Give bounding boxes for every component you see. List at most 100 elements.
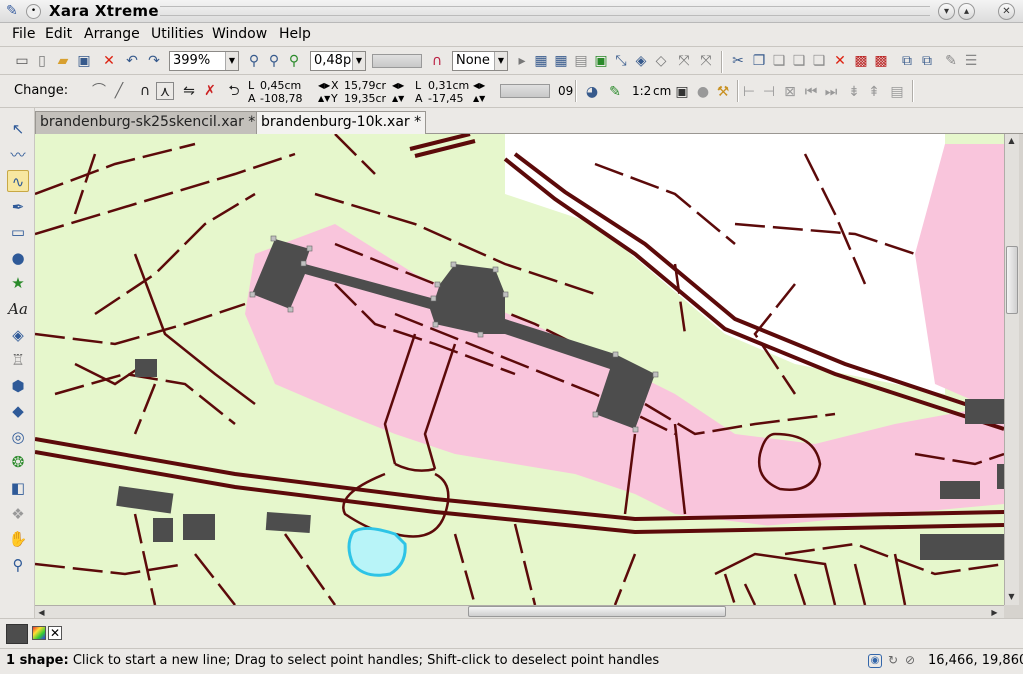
blend-icon[interactable]: ◧ [7,477,29,499]
contour-icon[interactable]: ◎ [7,426,29,448]
move-forward-icon[interactable]: ▤ [572,52,590,70]
align-cross-icon[interactable]: ⊠ [781,83,799,101]
text-icon[interactable]: Aa [7,298,29,320]
rectangle-icon[interactable]: ▭ [7,221,29,243]
transparency-icon[interactable]: ♖ [7,349,29,371]
pen-icon[interactable]: ✒ [7,196,29,218]
curve-icon[interactable]: ⌒ [90,82,108,100]
combine-icon[interactable]: ◈ [632,52,650,70]
spin-icon[interactable]: ◀▶ [473,80,485,91]
horizontal-scrollbar[interactable]: ◀ ▶ [35,605,1004,618]
new-template-icon[interactable]: ▯ [33,52,51,70]
options-icon[interactable]: ☰ [962,52,980,70]
ungroup-icon[interactable]: ⤡ [612,52,630,70]
globe-icon[interactable]: ◕ [583,83,601,101]
play-icon[interactable]: ▸ [513,52,531,70]
vertical-scrollbar[interactable]: ▲ ▼ [1004,134,1019,605]
spacing-icon[interactable]: ▤ [888,83,906,101]
angle2-value[interactable]: -17,45 [428,93,463,104]
map-drawing[interactable] [35,134,1004,605]
wrench-icon[interactable]: ⚒ [714,83,732,101]
reverse-icon[interactable]: ⇋ [180,82,198,100]
select-all-icon[interactable]: ▩ [852,52,870,70]
break-icon[interactable]: ◇ [652,52,670,70]
x-value[interactable]: 15,79cr [344,80,386,91]
live-effect-icon[interactable]: ❖ [7,503,29,525]
distribute-icon[interactable]: ⇟ [845,83,863,101]
distribute-v-icon[interactable]: ⇞ [865,83,883,101]
edit-icon[interactable]: ✎ [606,83,624,101]
menu-edit[interactable]: Edit [45,26,72,42]
mould-icon[interactable]: ⬢ [7,375,29,397]
duplicate-icon[interactable]: ⧉ [898,52,916,70]
transparency-slider[interactable] [372,54,422,68]
zoom-100-icon[interactable]: ⚲ [265,52,283,70]
spin-icon[interactable]: ▲▼ [392,93,404,104]
freehand-icon[interactable]: 〰 [7,144,29,166]
spin-icon[interactable]: ◀▶ [318,80,330,91]
line-icon[interactable]: ╱ [110,82,128,100]
align-center-icon[interactable]: ⊣ [760,83,778,101]
paste-icon[interactable]: ❏ [770,52,788,70]
zoom-combo[interactable]: 399% ▼ [169,51,239,71]
cut-icon[interactable]: ✂ [729,52,747,70]
save-icon[interactable]: ▣ [75,52,93,70]
font-icon[interactable]: ▣ [673,83,691,101]
undo-icon[interactable]: ↶ [123,52,141,70]
bevel-icon[interactable]: ◆ [7,400,29,422]
close-doc-icon[interactable]: ✕ [100,52,118,70]
chevron-down-icon[interactable]: ▼ [225,52,238,70]
spin-icon[interactable]: ▲▼ [473,93,485,104]
shadow-icon[interactable]: ❂ [7,451,29,473]
smooth-icon[interactable]: ∩ [136,82,154,100]
drawing-canvas[interactable] [35,134,1004,605]
redo-icon[interactable]: ↷ [145,52,163,70]
group-icon[interactable]: ▣ [592,52,610,70]
clone-icon[interactable]: ⧉ [918,52,936,70]
spin-icon[interactable]: ◀▶ [392,80,404,91]
menu-file[interactable]: File [12,26,35,42]
zoom-tool-icon[interactable]: ⚲ [245,52,263,70]
break-point-icon[interactable]: ⮌ [225,82,243,100]
send-back-icon[interactable]: ▦ [552,52,570,70]
fill-icon[interactable]: ◈ [7,324,29,346]
first-icon[interactable]: ⏮ [802,83,820,101]
current-colour-swatch[interactable] [6,624,28,644]
spin-icon[interactable]: ▲▼ [318,93,330,104]
zoom-drawing-icon[interactable]: ⚲ [285,52,303,70]
paste-attributes-icon[interactable]: ❏ [810,52,828,70]
close-window-button[interactable]: ✕ [998,3,1015,20]
new-document-icon[interactable]: ▭ [13,52,31,70]
menu-window[interactable]: Window [212,26,267,42]
zoom-icon[interactable]: ⚲ [7,554,29,576]
angle-value[interactable]: -108,78 [260,93,302,104]
arrowhead-combo[interactable]: None ▼ [452,51,508,71]
colour-editor-icon[interactable] [32,626,46,640]
ellipse-icon[interactable]: ● [7,247,29,269]
copy-icon[interactable]: ❐ [750,52,768,70]
scroll-up-icon[interactable]: ▲ [1005,134,1018,147]
window-menu-button[interactable]: • [26,4,41,19]
paste-in-place-icon[interactable]: ❏ [790,52,808,70]
last-icon[interactable]: ⏭ [822,83,840,101]
y-value[interactable]: 19,35cr [344,93,386,104]
minimize-button[interactable]: ▾ [938,3,955,20]
length2-value[interactable]: 0,31cm [428,80,469,91]
bezier-icon[interactable]: ∿ [7,170,29,192]
open-icon[interactable]: ▰ [54,52,72,70]
delete-icon[interactable]: ✕ [831,52,849,70]
chevron-down-icon[interactable]: ▼ [494,52,507,70]
maximize-button[interactable]: ▴ [958,3,975,20]
no-colour-icon[interactable]: ✕ [48,626,62,640]
menu-help[interactable]: Help [279,26,311,42]
circle-icon[interactable]: ● [694,83,712,101]
vertical-scroll-thumb[interactable] [1006,246,1018,314]
properties-icon[interactable]: ✎ [942,52,960,70]
select-none-icon[interactable]: ▩ [872,52,890,70]
scroll-down-icon[interactable]: ▼ [1005,590,1018,603]
intersect-icon[interactable]: ⤧ [697,52,715,70]
join-icon[interactable]: ⤧ [675,52,693,70]
line-width-combo[interactable]: 0,48p ▼ [310,51,366,71]
align-left-icon[interactable]: ⊢ [740,83,758,101]
delete-point-icon[interactable]: ✗ [201,82,219,100]
